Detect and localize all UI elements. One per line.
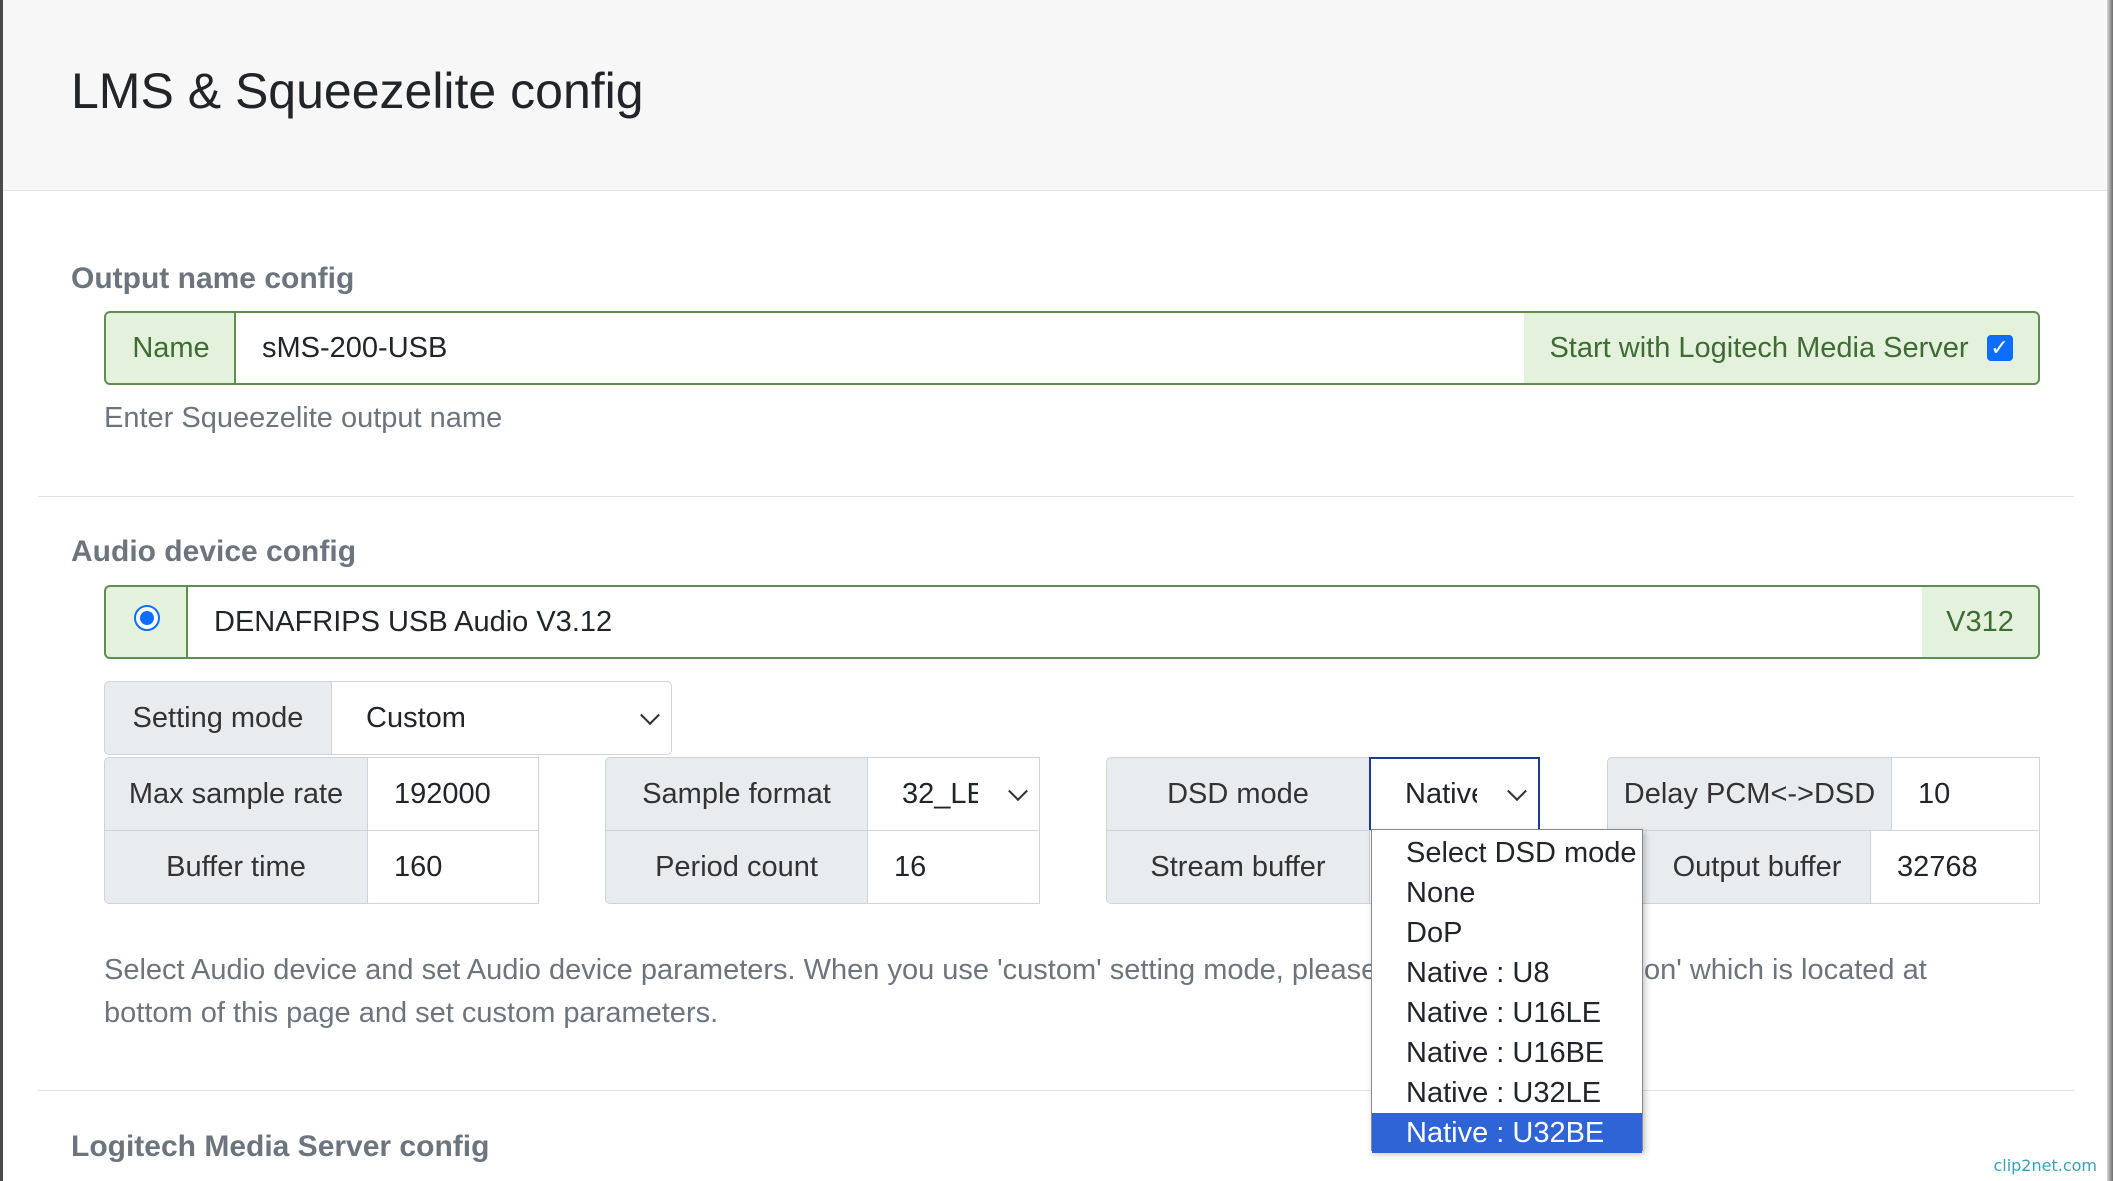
audio-device-help-line1-right: on' which is located at (1644, 954, 1927, 986)
setting-mode-value: Custom (366, 701, 466, 734)
buffer-time-input[interactable]: 160 (367, 830, 539, 904)
dsd-option[interactable]: Native : U16BE (1372, 1033, 1642, 1073)
setting-mode-select[interactable]: Custom (331, 681, 672, 755)
dsd-option[interactable]: None (1372, 873, 1642, 913)
section-divider (38, 1090, 2074, 1091)
device-name-field: DENAFRIPS USB Audio V3.12 (186, 585, 1924, 659)
dsd-option[interactable]: DoP (1372, 913, 1642, 953)
buffer-time-label: Buffer time (104, 830, 368, 904)
dsd-option-selected[interactable]: Native : U32BE (1372, 1113, 1642, 1153)
delay-pcm-dsd-label: Delay PCM<->DSD (1607, 757, 1892, 831)
dsd-option[interactable]: Native : U8 (1372, 953, 1642, 993)
dsd-mode-select[interactable]: Native : U32BE (1369, 757, 1540, 831)
output-buffer-input[interactable]: 32768 (1870, 830, 2040, 904)
dsd-mode-value: Native : U32BE (1405, 777, 1477, 810)
delay-pcm-dsd-input[interactable]: 10 (1891, 757, 2040, 831)
audio-device-help: Select Audio device and set Audio device… (104, 949, 2004, 1035)
stream-buffer-label: Stream buffer (1106, 830, 1370, 904)
output-name-section-title: Output name config (71, 262, 355, 295)
audio-device-help-line2: bottom of this page and set custom param… (104, 997, 719, 1029)
window-edge (2107, 0, 2113, 1181)
watermark: clip2net.com (1993, 1156, 2097, 1175)
dsd-option[interactable]: Native : U32LE (1372, 1073, 1642, 1113)
sample-format-value: 32_LE (902, 777, 978, 810)
sample-format-label: Sample format (605, 757, 868, 831)
setting-mode-label: Setting mode (104, 681, 332, 755)
output-name-help: Enter Squeezelite output name (104, 402, 503, 434)
dsd-option[interactable]: Native : U16LE (1372, 993, 1642, 1033)
output-buffer-label: Output buffer (1607, 830, 1871, 904)
chevron-down-icon (1008, 781, 1028, 802)
page-header: LMS & Squeezelite config (3, 0, 2107, 191)
max-sample-rate-label: Max sample rate (104, 757, 368, 831)
sample-format-select[interactable]: 32_LE (867, 757, 1040, 831)
start-with-lms-addon[interactable]: Start with Logitech Media Server ✓ (1524, 311, 2040, 385)
name-label: Name (104, 311, 236, 385)
chevron-down-icon (1507, 781, 1527, 802)
device-radio-addon[interactable] (104, 585, 188, 659)
device-tag: V312 (1922, 585, 2040, 659)
output-name-input[interactable]: sMS-200-USB (234, 311, 1526, 385)
audio-device-help-line1-left: Select Audio device and set Audio device… (104, 954, 1396, 986)
period-count-label: Period count (605, 830, 868, 904)
section-divider (38, 496, 2074, 497)
page-title: LMS & Squeezelite config (71, 63, 644, 119)
audio-device-section-title: Audio device config (71, 535, 357, 568)
period-count-input[interactable]: 16 (867, 830, 1040, 904)
dsd-option[interactable]: Select DSD mode (1372, 833, 1642, 873)
max-sample-rate-input[interactable]: 192000 (367, 757, 539, 831)
start-with-lms-label: Start with Logitech Media Server (1549, 331, 1969, 364)
chevron-down-icon (640, 705, 660, 726)
dsd-mode-dropdown: Select DSD mode None DoP Native : U8 Nat… (1371, 829, 1643, 1153)
lms-section-title: Logitech Media Server config (71, 1130, 490, 1163)
device-radio[interactable] (134, 605, 160, 631)
start-with-lms-checkbox[interactable]: ✓ (1986, 335, 2013, 361)
dsd-mode-label: DSD mode (1106, 757, 1370, 831)
